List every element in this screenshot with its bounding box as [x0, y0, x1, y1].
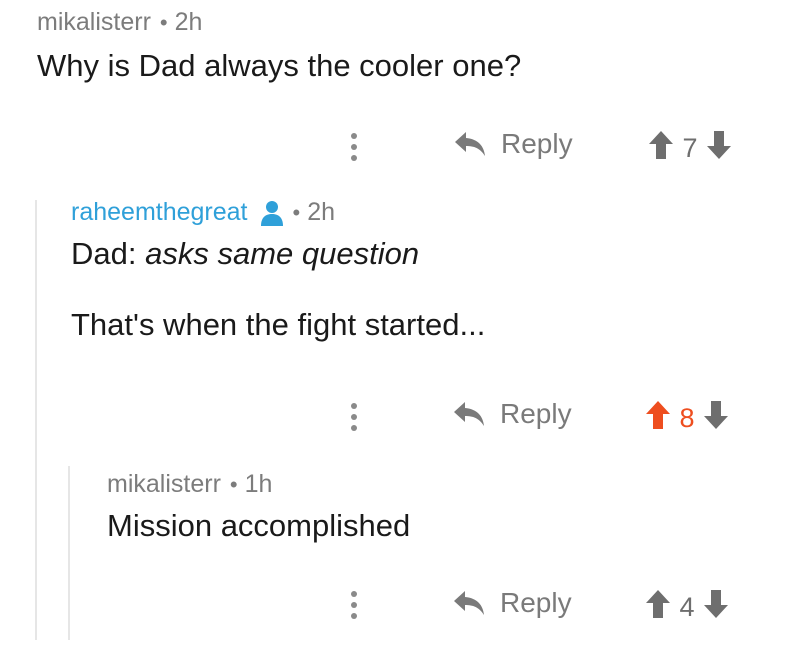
upvote-arrow-icon[interactable]: [645, 589, 671, 626]
downvote-arrow-icon[interactable]: [706, 130, 732, 167]
reply-button[interactable]: Reply: [452, 398, 572, 430]
meta-separator: •: [229, 471, 238, 497]
comment-meta: mikalisterr • 2h: [37, 8, 521, 37]
comment-author[interactable]: raheemthegreat: [71, 198, 248, 227]
vote-controls: 7: [648, 130, 732, 167]
vote-score: 8: [679, 403, 695, 433]
upvote-arrow-icon[interactable]: [645, 400, 671, 437]
reply-label: Reply: [500, 587, 572, 618]
reply-arrow-icon: [455, 132, 485, 156]
reply-button[interactable]: Reply: [453, 128, 573, 160]
upvote-arrow-icon[interactable]: [648, 130, 674, 167]
comment-author[interactable]: mikalisterr: [37, 8, 151, 37]
comment-meta: raheemthegreat • 2h: [71, 198, 485, 227]
reply-arrow-icon: [454, 402, 484, 426]
more-options-kebab-icon[interactable]: [347, 397, 361, 437]
comment-body: Why is Dad always the cooler one?: [37, 47, 521, 86]
comment-1: mikalisterr • 2h Why is Dad always the c…: [37, 8, 521, 86]
more-options-kebab-icon[interactable]: [347, 585, 361, 625]
comment-age: 1h: [244, 470, 273, 498]
vote-score: 4: [679, 592, 695, 622]
meta-separator: •: [159, 9, 168, 35]
reply-label: Reply: [501, 128, 573, 159]
meta-separator: •: [292, 199, 301, 225]
downvote-arrow-icon[interactable]: [703, 589, 729, 626]
comment-2: raheemthegreat • 2h Dad: asks same quest…: [71, 198, 485, 345]
reply-label: Reply: [500, 398, 572, 429]
vote-score: 7: [682, 133, 698, 163]
vote-controls: 4: [645, 589, 729, 626]
more-options-kebab-icon[interactable]: [347, 127, 361, 167]
downvote-arrow-icon[interactable]: [703, 400, 729, 437]
comment-age: 2h: [174, 8, 203, 36]
comment-body-line-2: That's when the fight started...: [71, 306, 486, 342]
comment-3: mikalisterr • 1h Mission accomplished: [107, 470, 410, 546]
comment-author[interactable]: mikalisterr: [107, 470, 221, 499]
comment-body: Mission accomplished: [107, 507, 410, 546]
comment-body: Dad: asks same question: [71, 235, 485, 274]
comment-body-prefix: Dad:: [71, 236, 146, 271]
comment-age: 2h: [307, 198, 336, 226]
comment-body-line: Why is Dad always the cooler one?: [37, 48, 522, 83]
vote-controls: 8: [645, 400, 729, 437]
thread-line-level-2: [68, 466, 70, 640]
user-icon: [260, 200, 283, 226]
comment-body-line: Mission accomplished: [107, 508, 411, 543]
reply-arrow-icon: [454, 591, 484, 615]
comment-meta: mikalisterr • 1h: [107, 470, 410, 499]
thread-line-level-1: [35, 200, 37, 640]
comment-body-italic: asks same question: [145, 236, 420, 271]
reply-button[interactable]: Reply: [452, 587, 572, 619]
